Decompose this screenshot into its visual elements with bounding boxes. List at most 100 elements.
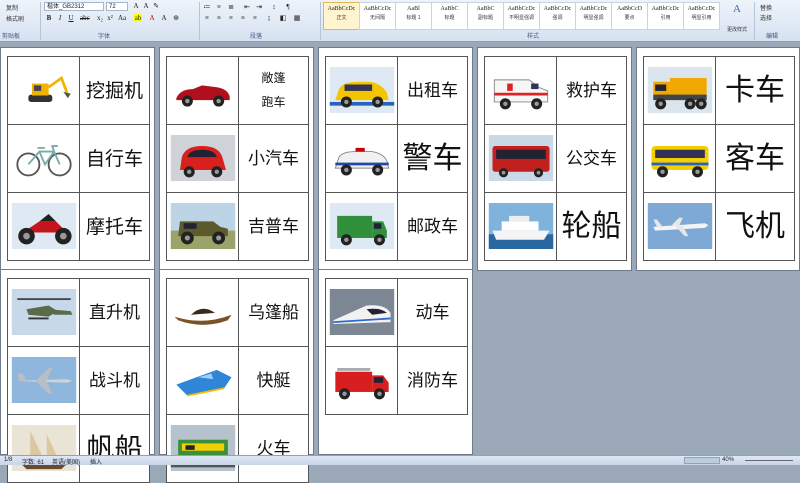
table-cell-label: 吉普车 (238, 192, 309, 261)
grow-font-icon[interactable]: A (132, 2, 140, 10)
table-cell-picture (7, 56, 80, 125)
superscript-icon[interactable]: x² (106, 14, 114, 22)
style-tile[interactable]: AaBbCcDc 无间隔 (359, 2, 396, 30)
style-tile[interactable]: AaBbC 标题 (431, 2, 468, 30)
zoom-level[interactable]: 40% (722, 457, 734, 463)
justify-icon[interactable]: ≡ (239, 14, 247, 22)
table-cell-label: 警车 (397, 124, 468, 193)
airplane-image (647, 203, 713, 249)
clear-format-icon[interactable]: ✎ (152, 2, 160, 10)
table-cell-label: 摩托车 (79, 192, 150, 261)
table-cell-label: 挖掘机 (79, 56, 150, 125)
change-case-icon[interactable]: Aa (118, 14, 126, 22)
table-cell-picture (166, 56, 239, 125)
table-cell-label: 乌篷船 (238, 278, 309, 347)
distributed-icon[interactable]: ≡ (251, 14, 259, 22)
increase-indent-icon[interactable]: ⇥ (255, 3, 263, 11)
table-cell-picture (484, 192, 557, 261)
table-cell-label: 敞篷 跑车 (238, 56, 309, 125)
strikethrough-icon[interactable]: abc (80, 14, 90, 22)
line-spacing-icon[interactable]: ↨ (265, 14, 273, 22)
shrink-font-icon[interactable]: A (142, 2, 150, 10)
align-center-icon[interactable]: ≡ (215, 14, 223, 22)
table-cell-label: 动车 (397, 278, 468, 347)
table-cell-picture (484, 56, 557, 125)
ribbon: 复制 格式刷 剪贴板 楷体_GB2312 72 A A ✎ B I U abc … (0, 0, 800, 42)
zoom-slider[interactable] (745, 460, 793, 461)
style-tile[interactable]: AaBl 标题 1 (395, 2, 432, 30)
highlight-icon[interactable]: ab (134, 14, 142, 22)
vehicle-label: 卡车 (725, 73, 785, 108)
table-cell-label: 快艇 (238, 346, 309, 415)
table-cell-label: 轮船 (556, 192, 627, 261)
copy-button[interactable]: 复制 (6, 3, 18, 12)
table-cell-picture (643, 192, 716, 261)
vehicle-label: 战斗机 (89, 370, 140, 391)
document-area: 挖掘机 自行车 摩托车 敞篷 跑车 小汽车 吉普车 出租车 警车 邮政车 救护车 公交车 轮船 卡车 客车飞… (0, 42, 800, 483)
bullets-icon[interactable]: ≔ (203, 3, 211, 11)
vehicle-label: 摩托车 (85, 215, 143, 238)
show-marks-icon[interactable]: ¶ (284, 3, 292, 11)
styles-group-label: 样式 (527, 34, 540, 40)
style-tile[interactable]: AaBbCcDc 引用 (647, 2, 684, 30)
document-page[interactable]: 出租车 警车 邮政车 (318, 47, 473, 271)
font-name-box[interactable]: 楷体_GB2312 (44, 2, 104, 11)
bus-image (488, 135, 554, 181)
style-tile[interactable]: AaBbCcDc 强调 (539, 2, 576, 30)
align-right-icon[interactable]: ≡ (227, 14, 235, 22)
style-sample: AaBbCcDc (363, 6, 392, 12)
style-tile[interactable]: AaBbCcD 要点 (611, 2, 648, 30)
document-page[interactable]: 直升机 战斗机 帆船 (0, 269, 155, 483)
table-cell-picture (325, 278, 398, 347)
replace-button[interactable]: 替换 (760, 3, 772, 12)
table-cell-picture (7, 192, 80, 261)
table-cell-picture (166, 278, 239, 347)
numbering-icon[interactable]: ≡ (215, 3, 223, 11)
italic-icon[interactable]: I (56, 14, 64, 22)
underline-icon[interactable]: U (67, 14, 75, 22)
police-car-image (329, 135, 395, 181)
change-styles-button[interactable]: A 更改样式 (722, 2, 752, 33)
sort-icon[interactable]: ↕ (270, 3, 278, 11)
document-page[interactable]: 敞篷 跑车 小汽车 吉普车 (159, 47, 314, 271)
vehicle-label: 乌篷船 (248, 302, 299, 323)
document-page[interactable]: 卡车 客车 飞机 (636, 47, 800, 271)
page-indicator[interactable]: 1/8 (4, 457, 12, 463)
view-buttons[interactable] (684, 457, 720, 464)
styles-gallery: AaBbCcDc 正文 AaBbCcDc 无间隔 AaBl 标题 1 AaBbC 标题 AaBb… (323, 2, 743, 30)
format-painter-button[interactable]: 格式刷 (6, 14, 24, 23)
table-cell-picture (166, 192, 239, 261)
truck-image (647, 67, 713, 113)
enclose-char-icon[interactable]: ⊕ (172, 14, 180, 22)
style-sample: AaBbC (440, 6, 459, 12)
document-page[interactable]: 动车 消防车 (318, 269, 473, 455)
status-bar: 1/8 字数: 61 英语(美国) 插入 40% (0, 455, 800, 466)
style-name: 标题 (444, 15, 455, 21)
style-tile[interactable]: AaBbCcDc 不明显强调 (503, 2, 540, 30)
style-sample: AaBbCcDc (651, 6, 680, 12)
shading-icon[interactable]: ◧ (279, 14, 287, 22)
char-shading-icon[interactable]: A (160, 14, 168, 22)
document-page[interactable]: 救护车 公交车 轮船 (477, 47, 632, 271)
coach-image (647, 135, 713, 181)
table-cell-label: 飞机 (715, 192, 795, 261)
style-tile[interactable]: AaBbCcDc 明显引用 (683, 2, 720, 30)
select-button[interactable]: 选择 (760, 13, 772, 22)
style-tile[interactable]: AaBbCcDc 正文 (323, 2, 360, 30)
document-page[interactable]: 乌篷船 快艇 火车 (159, 269, 314, 483)
multilevel-list-icon[interactable]: ≣ (227, 3, 235, 11)
ribbon-divider (40, 2, 41, 40)
font-color-icon[interactable]: A (148, 14, 156, 22)
document-page[interactable]: 挖掘机 自行车 摩托车 (0, 47, 155, 271)
bold-icon[interactable]: B (45, 14, 53, 22)
align-left-icon[interactable]: ≡ (203, 14, 211, 22)
font-size-box[interactable]: 72 (106, 2, 128, 11)
style-tile[interactable]: AaBbC 副标题 (467, 2, 504, 30)
borders-icon[interactable]: ▦ (293, 14, 301, 22)
style-sample: AaBbCcD (617, 6, 642, 12)
clipboard-group-label: 剪贴板 (2, 34, 21, 40)
decrease-indent-icon[interactable]: ⇤ (243, 3, 251, 11)
table-cell-picture (166, 124, 239, 193)
subscript-icon[interactable]: x₂ (96, 14, 104, 22)
style-tile[interactable]: AaBbCcDc 明显强调 (575, 2, 612, 30)
